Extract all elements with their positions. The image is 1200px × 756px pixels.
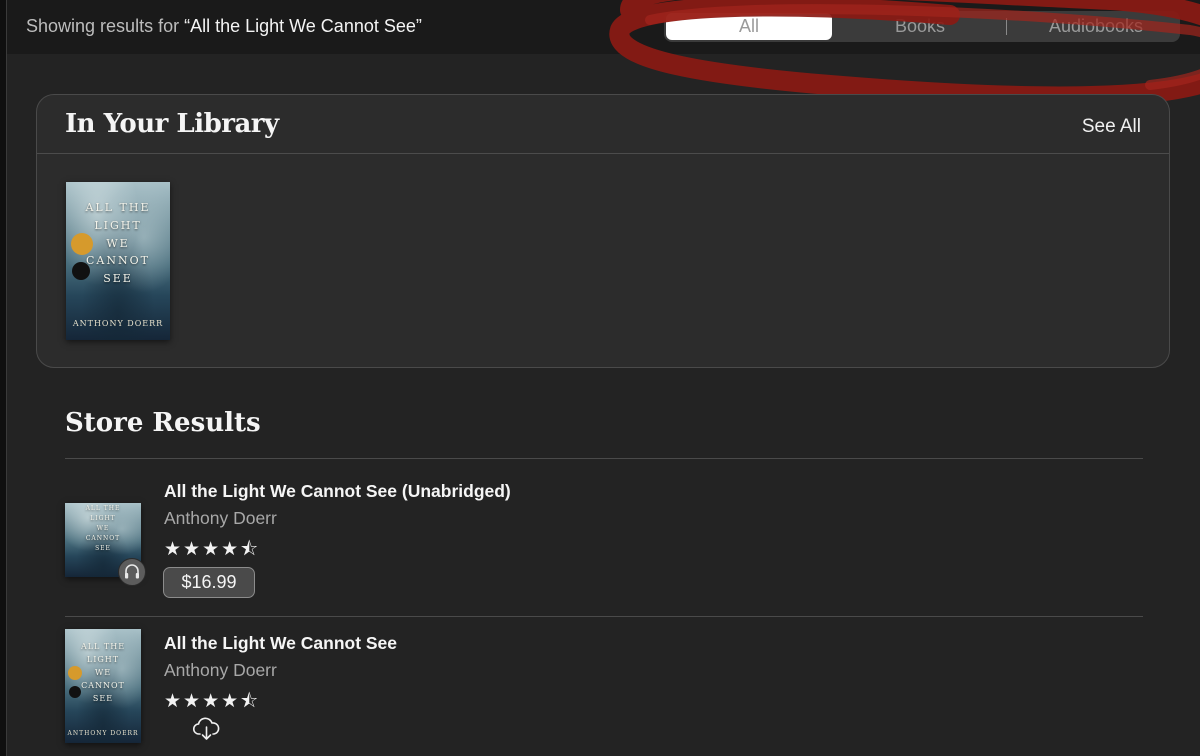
cover-title-line: ALL THE — [85, 505, 121, 512]
tab-audiobooks[interactable]: Audiobooks — [1016, 11, 1176, 42]
award-seal — [71, 233, 93, 255]
cover-title-line: LIGHT — [94, 219, 142, 232]
search-query: “All the Light We Cannot See” — [184, 16, 422, 36]
cover-title-line: CANNOT — [85, 535, 121, 542]
cover-title-line: LIGHT — [86, 655, 120, 664]
library-title: In Your Library — [65, 109, 279, 139]
filter-segmented-control: All Books Audiobooks — [664, 11, 1180, 42]
result-author[interactable]: Anthony Doerr — [164, 508, 277, 529]
library-book-cover[interactable]: ALL THE LIGHT WE CANNOT SEE ANTHONY DOER… — [66, 182, 170, 340]
netflix-badge — [69, 686, 81, 698]
library-header: In Your Library See All — [37, 95, 1169, 154]
cover-author: ANTHONY DOERR — [67, 730, 139, 737]
showing-results-text: Showing results for “All the Light We Ca… — [26, 16, 422, 37]
star-rating: ★★★★⯪ — [164, 691, 261, 712]
divider — [65, 616, 1143, 617]
result-title[interactable]: All the Light We Cannot See (Unabridged) — [164, 481, 511, 502]
cover-title-line: LIGHT — [90, 515, 116, 522]
cloud-download-icon[interactable] — [192, 716, 222, 742]
window-edge — [0, 0, 7, 756]
netflix-badge — [72, 262, 90, 280]
cover-title-line: WE — [96, 525, 110, 532]
cover-title-line: ALL THE — [85, 201, 151, 214]
cover-title-line: SEE — [95, 545, 111, 552]
headphones-icon — [118, 558, 146, 586]
award-seal — [68, 666, 82, 680]
buy-price-button[interactable]: $16.99 — [163, 567, 255, 598]
store-results-title: Store Results — [65, 408, 261, 438]
tab-books[interactable]: Books — [834, 11, 1006, 42]
see-all-link[interactable]: See All — [1082, 116, 1141, 138]
cover-title-line: ALL THE — [80, 642, 126, 651]
in-your-library-section: In Your Library See All ALL THE LIGHT WE… — [36, 94, 1170, 368]
tab-all[interactable]: All — [666, 13, 832, 40]
showing-prefix: Showing results for — [26, 16, 185, 36]
segment-divider — [1006, 18, 1007, 35]
divider — [65, 458, 1143, 459]
result-author[interactable]: Anthony Doerr — [164, 660, 277, 681]
cover-author: ANTHONY DOERR — [72, 319, 164, 328]
result-book-cover[interactable]: ALL THE LIGHT WE CANNOT SEE ANTHONY DOER… — [65, 629, 141, 743]
result-title[interactable]: All the Light We Cannot See — [164, 633, 397, 654]
star-rating: ★★★★⯪ — [164, 539, 261, 560]
